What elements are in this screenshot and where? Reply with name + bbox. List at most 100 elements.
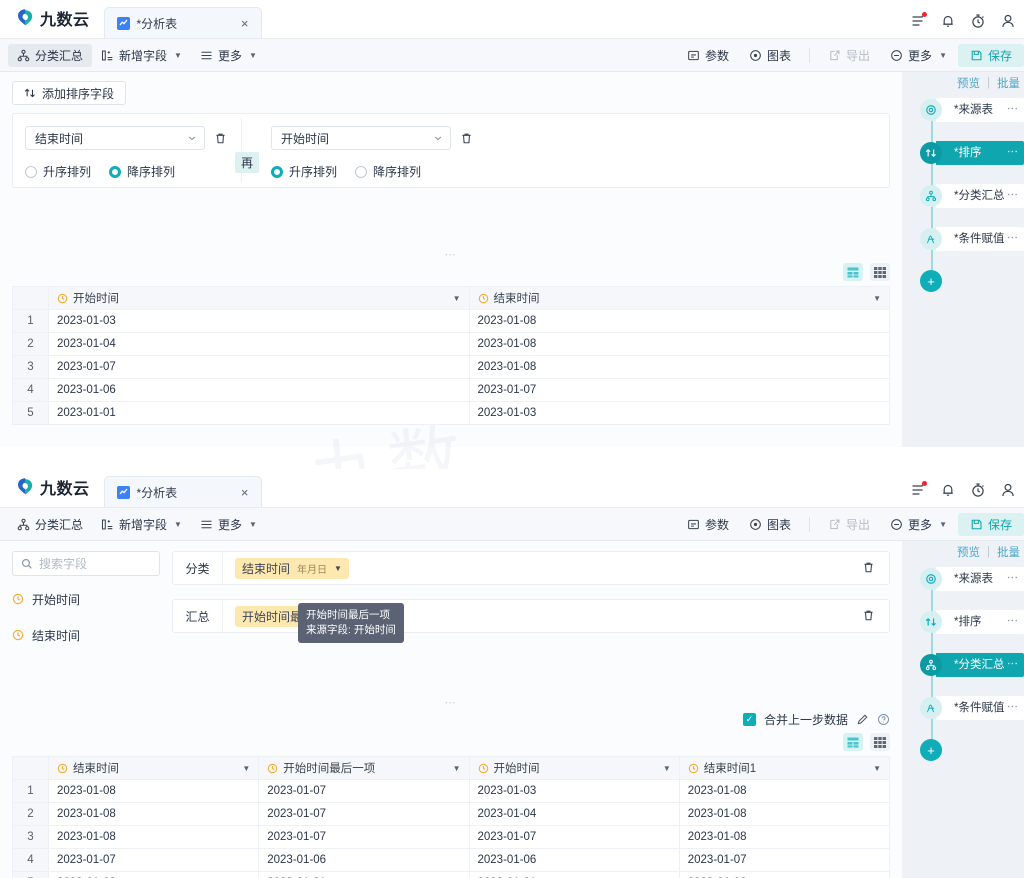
toolbar-add-field[interactable]: 新增字段 ▼ bbox=[92, 44, 191, 67]
user-icon[interactable] bbox=[1000, 482, 1016, 498]
brand-name: 九数云 bbox=[40, 12, 90, 29]
list-view-icon[interactable] bbox=[843, 733, 863, 751]
toolbar-group-summary[interactable]: 分类汇总 bbox=[8, 43, 93, 67]
sort-field-select-2[interactable]: 开始时间 bbox=[271, 126, 451, 150]
batch-link[interactable]: 批量 bbox=[997, 544, 1020, 560]
category-chip-end-time[interactable]: 结束时间 年月日 ▼ bbox=[235, 557, 349, 579]
column-filter-icon[interactable]: ▼ bbox=[453, 294, 461, 303]
sort-desc-option-2[interactable]: 降序排列 bbox=[355, 163, 421, 180]
toolbar-more-right[interactable]: 更多 ▼ bbox=[881, 44, 956, 67]
field-item-end-time[interactable]: 结束时间 bbox=[12, 622, 160, 648]
toolbar-export[interactable]: 导出 bbox=[819, 513, 879, 536]
sort-asc-option-1[interactable]: 升序排列 bbox=[25, 163, 91, 180]
node-menu-icon[interactable]: ⋮ bbox=[1006, 232, 1018, 243]
close-icon[interactable]: × bbox=[241, 486, 249, 499]
node-menu-icon[interactable]: ⋮ bbox=[1006, 701, 1018, 712]
preview-link[interactable]: 预览 bbox=[957, 75, 980, 91]
workflow-node-sort[interactable]: *排序 ⋮ bbox=[902, 610, 1024, 634]
add-workflow-step-button[interactable]: + bbox=[920, 739, 942, 761]
delete-sort-field-1[interactable] bbox=[214, 132, 227, 145]
row-index-header bbox=[12, 756, 49, 780]
column-header-start-time[interactable]: 开始时间 ▼ bbox=[468, 756, 680, 780]
workflow-node-group-summary[interactable]: *分类汇总 ⋮ bbox=[902, 184, 1024, 208]
workflow-node-condition-assign[interactable]: *条件赋值 ⋮ bbox=[902, 696, 1024, 720]
radio-dot bbox=[355, 165, 368, 178]
task-list-icon[interactable] bbox=[910, 481, 927, 498]
column-filter-icon[interactable]: ▼ bbox=[873, 294, 881, 303]
toolbar-chart[interactable]: 图表 bbox=[740, 513, 800, 536]
search-field-box[interactable] bbox=[12, 551, 160, 576]
toolbar-more-left[interactable]: 更多 ▼ bbox=[191, 513, 266, 536]
list-view-icon[interactable] bbox=[843, 263, 863, 281]
condition-assign-icon bbox=[920, 228, 942, 250]
add-sort-field-button[interactable]: 添加排序字段 bbox=[12, 81, 127, 105]
column-filter-icon[interactable]: ▼ bbox=[663, 764, 671, 773]
batch-link[interactable]: 批量 bbox=[997, 75, 1020, 91]
timer-icon[interactable] bbox=[970, 482, 986, 498]
tab-label: *分析表 bbox=[136, 485, 178, 500]
node-menu-icon[interactable]: ⋮ bbox=[1006, 189, 1018, 200]
tab-analysis-table[interactable]: *分析表 × bbox=[103, 7, 262, 38]
preview-link[interactable]: 预览 bbox=[957, 544, 980, 560]
search-input[interactable] bbox=[39, 556, 151, 571]
column-header-start-time[interactable]: 开始时间 ▼ bbox=[48, 286, 470, 310]
close-icon[interactable]: × bbox=[241, 17, 249, 30]
timer-icon[interactable] bbox=[970, 13, 986, 29]
pane-resize-handle-2[interactable]: ⋯ bbox=[0, 696, 902, 709]
workflow-node-sort[interactable]: *排序 ⋮ bbox=[902, 141, 1024, 165]
toolbar-group-summary[interactable]: 分类汇总 bbox=[8, 513, 92, 536]
toolbar-more-right[interactable]: 更多 ▼ bbox=[881, 513, 956, 536]
sort-asc-option-2[interactable]: 升序排列 bbox=[271, 163, 337, 180]
node-menu-icon[interactable]: ⋮ bbox=[1006, 658, 1018, 669]
column-header-start-time-last[interactable]: 开始时间最后一项 ▼ bbox=[258, 756, 470, 780]
column-header-end-time[interactable]: 结束时间 ▼ bbox=[47, 756, 260, 780]
cell: 2023-01-07 bbox=[258, 802, 470, 826]
delete-category-row[interactable] bbox=[862, 561, 875, 574]
save-button[interactable]: 保存 bbox=[957, 512, 1024, 536]
pane-resize-handle[interactable]: ⋯ bbox=[0, 248, 902, 261]
bell-icon[interactable] bbox=[940, 482, 956, 498]
edit-pen-icon[interactable] bbox=[856, 713, 869, 726]
delete-sort-field-2[interactable] bbox=[460, 132, 473, 145]
toolbar-export[interactable]: 导出 bbox=[819, 44, 879, 67]
cell: 2023-01-07 bbox=[48, 355, 470, 379]
node-menu-icon[interactable]: ⋮ bbox=[1006, 615, 1018, 626]
sort-desc-option-1[interactable]: 降序排列 bbox=[109, 163, 175, 180]
column-header-end-time-1[interactable]: 结束时间1 ▼ bbox=[678, 756, 891, 780]
bell-icon[interactable] bbox=[940, 13, 956, 29]
chevron-down-icon[interactable]: ▼ bbox=[334, 564, 342, 573]
grid-view-icon[interactable] bbox=[870, 263, 890, 281]
toolbar-add-field[interactable]: 新增字段 ▼ bbox=[92, 513, 191, 536]
node-menu-icon[interactable]: ⋮ bbox=[1006, 103, 1018, 114]
node-menu-icon[interactable]: ⋮ bbox=[1006, 146, 1018, 157]
sort-field-select-1[interactable]: 结束时间 bbox=[25, 126, 205, 150]
save-button[interactable]: 保存 bbox=[957, 43, 1024, 67]
user-icon[interactable] bbox=[1000, 13, 1016, 29]
help-circle-icon[interactable] bbox=[877, 713, 890, 726]
delete-summary-row[interactable] bbox=[862, 609, 875, 622]
table-row: 5 2023-01-01 2023-01-03 bbox=[12, 401, 890, 425]
node-menu-icon[interactable]: ⋮ bbox=[1006, 572, 1018, 583]
tab-analysis-table-2[interactable]: *分析表 × bbox=[103, 476, 262, 507]
column-filter-icon[interactable]: ▼ bbox=[873, 764, 881, 773]
task-list-icon[interactable] bbox=[910, 12, 927, 29]
column-filter-icon[interactable]: ▼ bbox=[453, 764, 461, 773]
column-filter-icon[interactable]: ▼ bbox=[242, 764, 250, 773]
merge-checkbox[interactable]: ✓ bbox=[742, 712, 756, 726]
toolbar-parameter[interactable]: 参数 bbox=[678, 513, 738, 536]
toolbar-chart[interactable]: 图表 bbox=[740, 44, 800, 67]
chevron-down-icon bbox=[187, 133, 197, 143]
category-row-label: 分类 bbox=[173, 552, 223, 584]
column-header-end-time[interactable]: 结束时间 ▼ bbox=[468, 286, 890, 310]
field-item-start-time[interactable]: 开始时间 bbox=[12, 586, 160, 612]
toolbar-more-left[interactable]: 更多 ▼ bbox=[191, 44, 266, 67]
toolbar-parameter[interactable]: 参数 bbox=[678, 44, 738, 67]
workflow-node-group-summary[interactable]: *分类汇总 ⋮ bbox=[902, 653, 1024, 677]
workflow-node-source-table[interactable]: *来源表 ⋮ bbox=[902, 567, 1024, 591]
tab-strip-2: *分析表 × bbox=[103, 469, 262, 507]
table-row: 2 2023-01-08 2023-01-07 2023-01-04 2023-01-0… bbox=[12, 802, 891, 826]
add-workflow-step-button[interactable]: + bbox=[920, 270, 942, 292]
grid-view-icon[interactable] bbox=[870, 733, 890, 751]
workflow-node-condition-assign[interactable]: *条件赋值 ⋮ bbox=[902, 227, 1024, 251]
workflow-node-source-table[interactable]: *来源表 ⋮ bbox=[902, 98, 1024, 122]
